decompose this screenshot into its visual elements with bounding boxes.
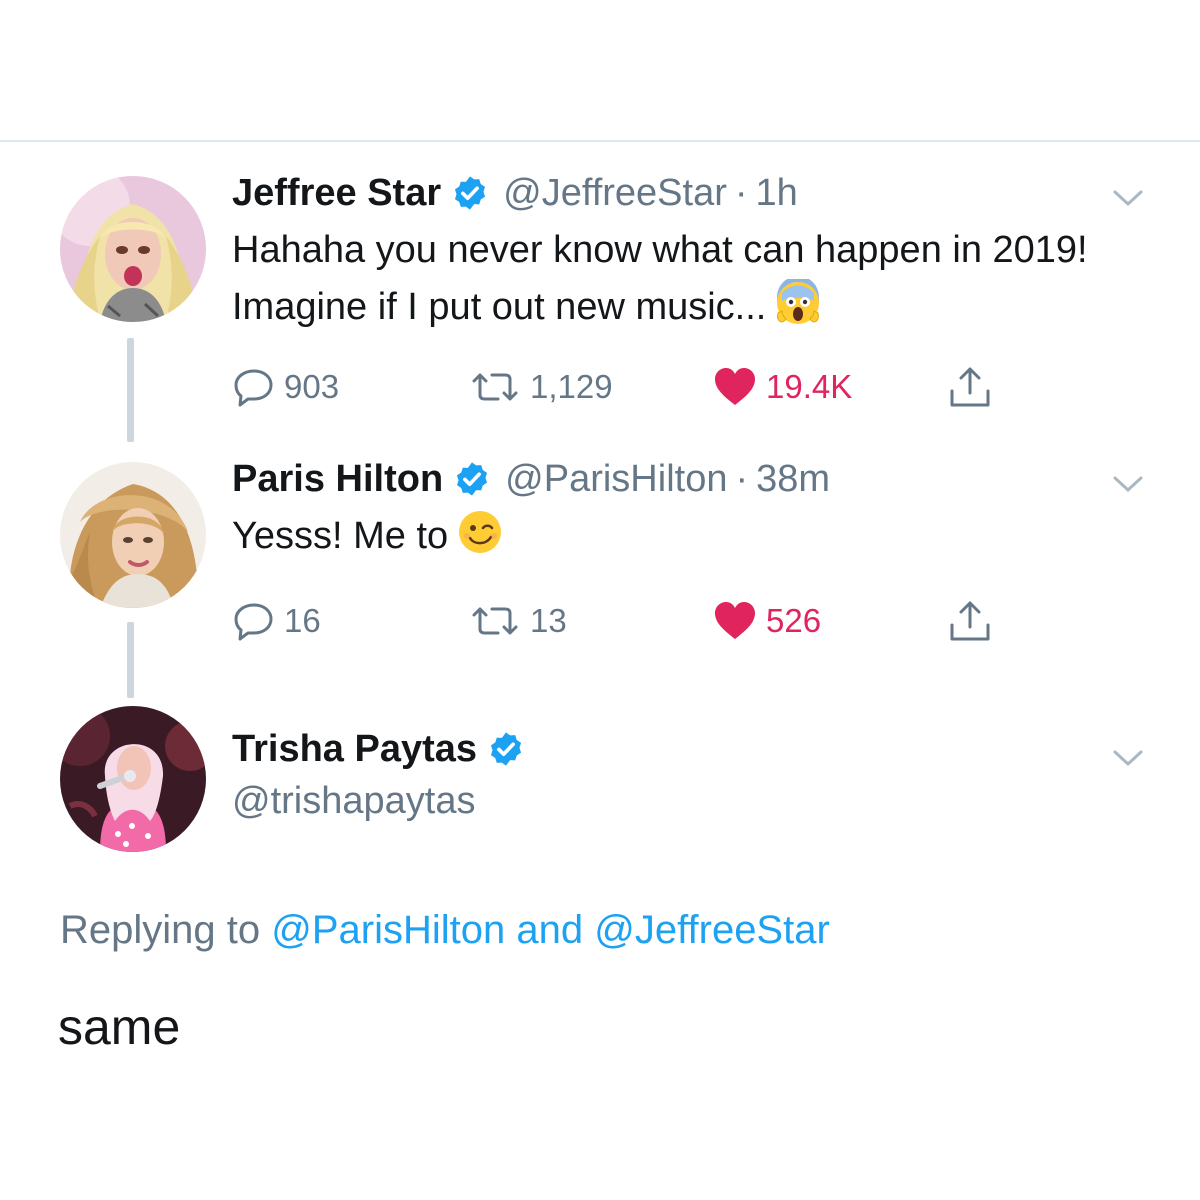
reply-icon <box>232 599 276 643</box>
timestamp[interactable]: 38m <box>756 458 830 501</box>
thread-line <box>127 622 134 698</box>
retweet-icon <box>468 599 522 643</box>
like-count: 19.4K <box>766 368 853 405</box>
tweet-thread-screen: Jeffree Star @JeffreeStar · 1h Hahaha yo… <box>0 0 1200 1200</box>
tweet-header: Paris Hilton @ParisHilton · 38m <box>232 454 830 504</box>
display-name[interactable]: Jeffree Star <box>232 172 441 215</box>
tweet-header: Jeffree Star @JeffreeStar · 1h <box>232 168 798 218</box>
share-button[interactable] <box>946 596 1002 646</box>
thread-line <box>127 338 134 442</box>
tweet-text-content: Yesss! Me to <box>232 515 449 557</box>
verified-badge-icon <box>487 730 525 768</box>
like-count: 526 <box>766 602 822 639</box>
heart-icon <box>712 365 758 409</box>
avatar-jeffree-star[interactable] <box>60 176 206 322</box>
winking-face-emoji <box>456 508 504 556</box>
tweet-text: Hahaha you never know what can happen in… <box>232 222 1132 336</box>
tweet-actions: 16 13 526 <box>232 596 1032 646</box>
share-icon <box>946 597 994 645</box>
main-tweet-text: same <box>58 999 181 1055</box>
separator-dot: · <box>735 457 749 500</box>
separator-dot: · <box>734 171 748 214</box>
handle[interactable]: @trishapaytas <box>232 780 475 823</box>
retweet-count: 1,129 <box>530 368 613 405</box>
replying-to-line: Replying to @ParisHilton and @JeffreeSta… <box>60 908 830 953</box>
reply-count: 903 <box>284 368 340 405</box>
heart-icon <box>712 599 758 643</box>
mention-paris-hilton[interactable]: @ParisHilton <box>271 908 505 952</box>
like-button[interactable]: 526 <box>712 596 821 646</box>
tweet-text-content: Hahaha you never know what can happen in… <box>232 229 1088 328</box>
mention-jeffree-star[interactable]: @JeffreeStar <box>594 908 830 952</box>
tweet-text: Yesss! Me to <box>232 508 1132 565</box>
chevron-down-icon[interactable] <box>1112 748 1144 768</box>
replying-prefix: Replying to <box>60 908 261 952</box>
verified-badge-icon <box>451 174 489 212</box>
reply-button[interactable]: 903 <box>232 362 339 412</box>
chevron-down-icon[interactable] <box>1112 188 1144 208</box>
like-button[interactable]: 19.4K <box>712 362 852 412</box>
display-name[interactable]: Paris Hilton <box>232 458 443 501</box>
top-divider <box>0 140 1200 142</box>
handle[interactable]: @JeffreeStar <box>503 172 727 215</box>
display-name[interactable]: Trisha Paytas <box>232 728 477 771</box>
timestamp[interactable]: 1h <box>756 172 798 215</box>
retweet-count: 13 <box>530 602 567 639</box>
retweet-button[interactable]: 13 <box>468 596 567 646</box>
avatar-paris-hilton[interactable] <box>60 462 206 608</box>
replying-and: and <box>516 908 584 952</box>
verified-badge-icon <box>453 460 491 498</box>
reply-icon <box>232 365 276 409</box>
reply-button[interactable]: 16 <box>232 596 321 646</box>
share-icon <box>946 363 994 411</box>
retweet-button[interactable]: 1,129 <box>468 362 613 412</box>
reply-count: 16 <box>284 602 321 639</box>
avatar-trisha-paytas[interactable] <box>60 706 206 852</box>
main-tweet-header: Trisha Paytas <box>232 724 539 774</box>
handle[interactable]: @ParisHilton <box>505 458 727 501</box>
tweet-actions: 903 1,129 19.4K <box>232 362 1032 412</box>
share-button[interactable] <box>946 362 1002 412</box>
chevron-down-icon[interactable] <box>1112 474 1144 494</box>
face-screaming-in-fear-emoji <box>774 279 822 327</box>
retweet-icon <box>468 365 522 409</box>
